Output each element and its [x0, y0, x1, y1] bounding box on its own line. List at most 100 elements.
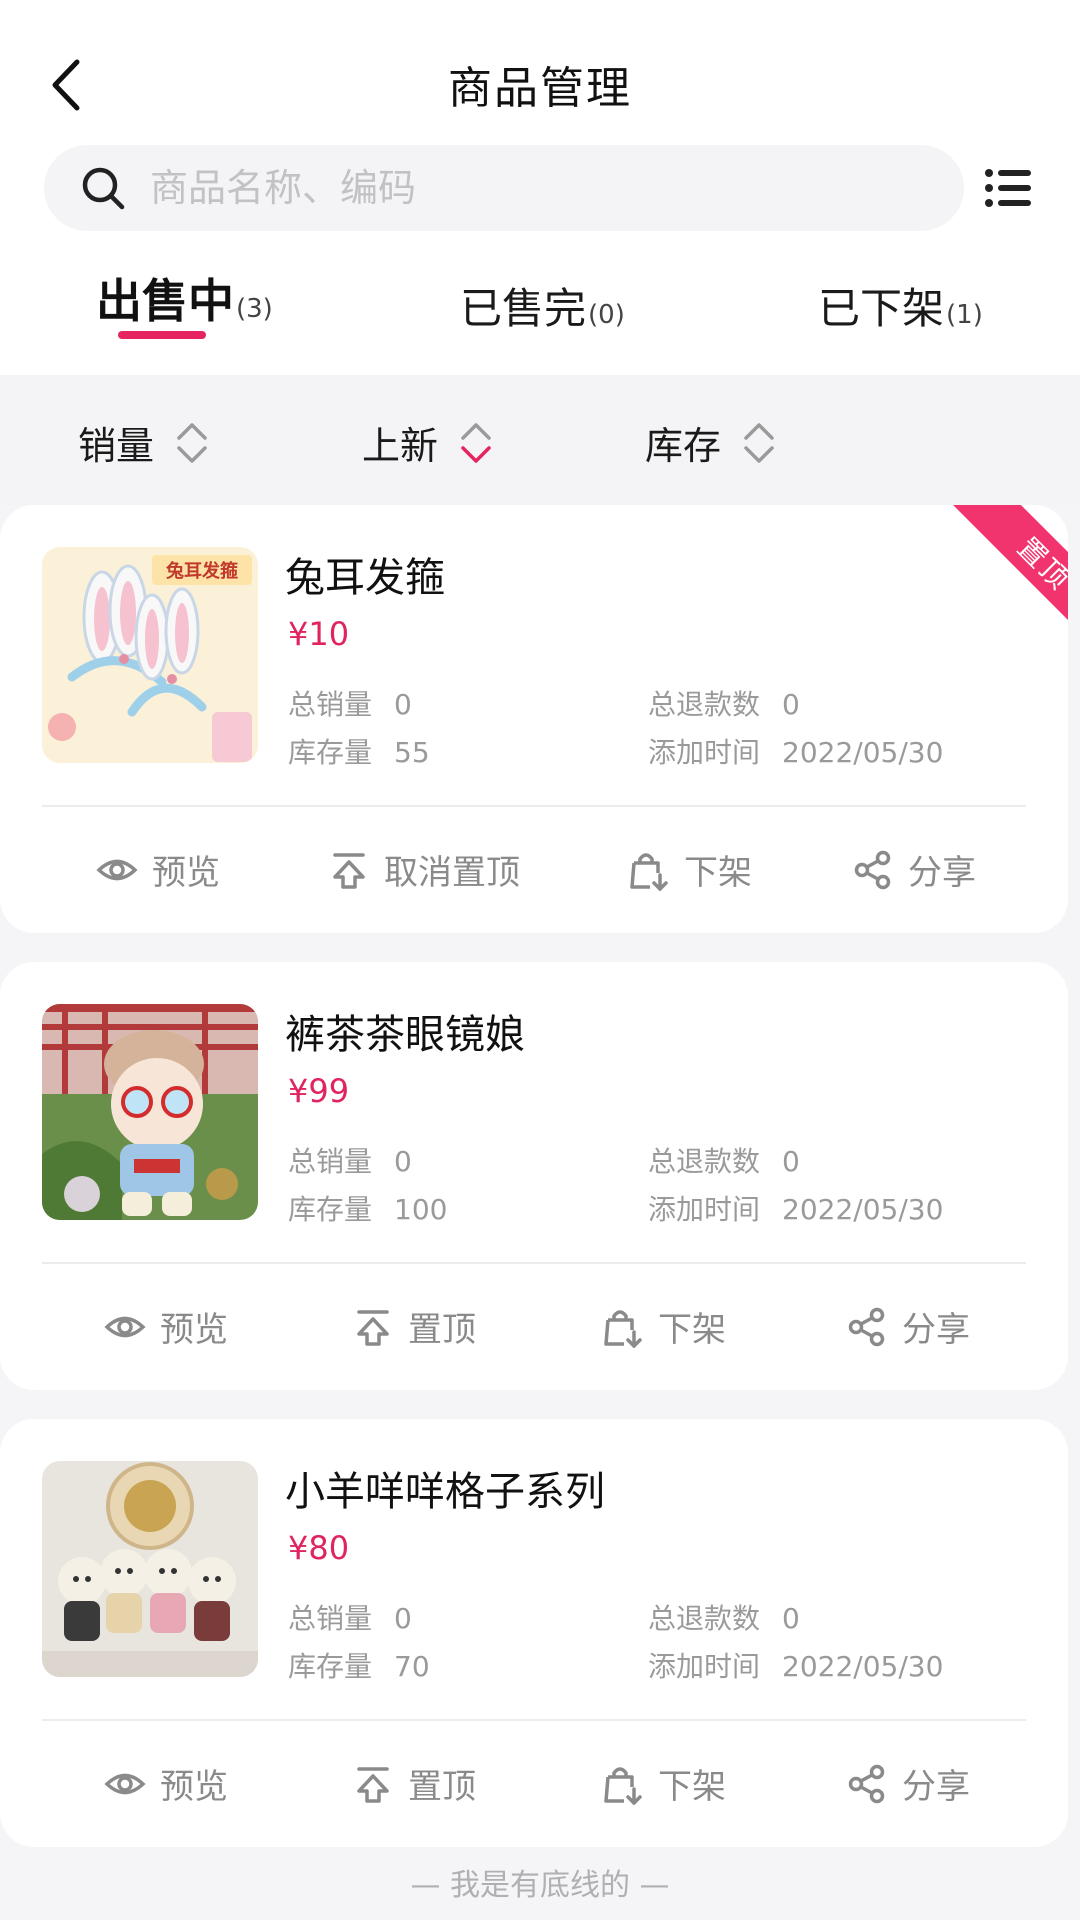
search-input[interactable]	[150, 166, 910, 210]
bag-down-icon	[628, 849, 670, 891]
share-icon	[846, 1306, 888, 1348]
page-title: 商品管理	[448, 63, 632, 114]
product-price: ¥10	[288, 615, 350, 653]
tab-label: 已下架	[818, 284, 945, 333]
sort-toggle-icon	[744, 422, 774, 463]
stat-value: 2022/05/30	[782, 1650, 944, 1683]
product-image[interactable]	[42, 1461, 258, 1677]
tab-count: (0)	[588, 300, 625, 330]
search-icon	[76, 161, 130, 215]
share-button[interactable]: 分享	[846, 1302, 970, 1351]
eye-icon	[104, 1306, 146, 1348]
stat-label: 总销量	[288, 688, 373, 721]
divider	[42, 805, 1026, 807]
action-label: 分享	[908, 853, 976, 893]
total-refunds-stat: 总退款数 0	[648, 1140, 800, 1180]
stat-label: 添加时间	[648, 736, 761, 769]
stat-label: 总退款数	[648, 1145, 761, 1178]
stat-label: 库存量	[288, 1193, 373, 1226]
added-time-stat: 添加时间 2022/05/30	[648, 1645, 943, 1685]
product-price: ¥99	[288, 1072, 350, 1110]
stat-value: 55	[394, 736, 430, 769]
share-button[interactable]: 分享	[846, 1759, 970, 1808]
list-menu-icon	[985, 169, 1031, 207]
sort-label: 库存	[645, 424, 722, 468]
tab-count: (3)	[236, 294, 273, 324]
sort-sales[interactable]: 销量	[78, 415, 210, 470]
total-sales-stat: 总销量 0	[288, 1597, 412, 1637]
sort-label: 上新	[362, 424, 439, 468]
action-label: 置顶	[408, 1310, 476, 1350]
product-name: 兔耳发箍	[285, 555, 445, 601]
tab-on-sale[interactable]: 出售中 (3)	[96, 265, 273, 331]
product-name: 小羊咩咩格子系列	[285, 1469, 605, 1515]
share-button[interactable]: 分享	[852, 845, 976, 894]
sort-stock[interactable]: 库存	[645, 415, 777, 470]
tab-delisted[interactable]: 已下架 (1)	[818, 275, 983, 336]
stat-value: 0	[782, 1145, 800, 1178]
product-management-page: 商品管理 出售中 (3)	[0, 0, 1080, 1920]
stat-label: 总销量	[288, 1602, 373, 1635]
product-card[interactable]: 裤茶茶眼镜娘 ¥99 总销量 0 库存量 100 总退款数 0 添加时间 2022/05…	[0, 962, 1068, 1390]
pinned-ribbon: 置顶	[948, 505, 1068, 665]
product-image[interactable]	[42, 1004, 258, 1220]
product-card[interactable]: 小羊咩咩格子系列 ¥80 总销量 0 库存量 70 总退款数 0 添加时间 2022/0…	[0, 1419, 1068, 1847]
pin-button[interactable]: 置顶	[352, 1302, 476, 1351]
divider	[42, 1262, 1026, 1264]
action-label: 置顶	[408, 1767, 476, 1807]
sort-label: 销量	[78, 424, 155, 468]
pin-top-icon	[352, 1306, 394, 1348]
delist-button[interactable]: 下架	[602, 1302, 726, 1351]
stock-stat: 库存量 100	[288, 1188, 447, 1228]
added-time-stat: 添加时间 2022/05/30	[648, 731, 943, 771]
action-label: 下架	[658, 1310, 726, 1350]
stat-label: 库存量	[288, 736, 373, 769]
delist-button[interactable]: 下架	[602, 1759, 726, 1808]
sort-desc-icon	[461, 422, 491, 463]
stat-value: 0	[394, 688, 412, 721]
action-label: 下架	[658, 1767, 726, 1807]
product-card[interactable]: 置顶 兔耳发箍 兔耳发箍 ¥10 总销量 0 库存量 55 总退款数 0 添加时…	[0, 505, 1068, 933]
sort-new[interactable]: 上新	[362, 415, 494, 470]
stat-label: 库存量	[288, 1650, 373, 1683]
search-box[interactable]	[44, 145, 964, 231]
preview-button[interactable]: 预览	[104, 1302, 228, 1351]
action-label: 分享	[902, 1767, 970, 1807]
delist-button[interactable]: 下架	[628, 845, 752, 894]
product-image[interactable]: 兔耳发箍	[42, 547, 258, 763]
active-tab-indicator	[118, 331, 206, 339]
stock-stat: 库存量 55	[288, 731, 430, 771]
pin-button[interactable]: 置顶	[352, 1759, 476, 1808]
divider	[42, 1719, 1026, 1721]
stock-stat: 库存量 70	[288, 1645, 430, 1685]
stat-value: 70	[394, 1650, 430, 1683]
bag-down-icon	[602, 1306, 644, 1348]
product-price: ¥80	[288, 1529, 350, 1567]
total-sales-stat: 总销量 0	[288, 1140, 412, 1180]
tab-label: 出售中	[96, 274, 234, 328]
action-label: 取消置顶	[384, 853, 520, 893]
action-label: 下架	[684, 853, 752, 893]
pin-top-icon	[352, 1763, 394, 1805]
stat-value: 2022/05/30	[782, 736, 944, 769]
action-label: 预览	[152, 853, 220, 893]
stat-value: 0	[394, 1602, 412, 1635]
stat-label: 总销量	[288, 1145, 373, 1178]
stat-label: 总退款数	[648, 688, 761, 721]
total-refunds-stat: 总退款数 0	[648, 683, 800, 723]
bag-down-icon	[602, 1763, 644, 1805]
tab-sold-out[interactable]: 已售完 (0)	[460, 275, 625, 336]
preview-button[interactable]: 预览	[104, 1759, 228, 1808]
eye-icon	[104, 1763, 146, 1805]
unpin-button[interactable]: 取消置顶	[328, 845, 520, 894]
pinned-badge: 置顶	[948, 505, 1068, 662]
preview-button[interactable]: 预览	[96, 845, 220, 894]
eye-icon	[96, 849, 138, 891]
list-menu-button[interactable]	[980, 163, 1036, 213]
stat-value: 0	[782, 1602, 800, 1635]
product-image-caption: 兔耳发箍	[165, 560, 238, 582]
sort-toggle-icon	[177, 422, 207, 463]
action-label: 预览	[160, 1310, 228, 1350]
share-icon	[852, 849, 894, 891]
total-refunds-stat: 总退款数 0	[648, 1597, 800, 1637]
